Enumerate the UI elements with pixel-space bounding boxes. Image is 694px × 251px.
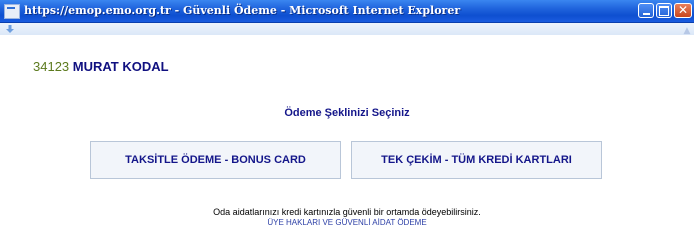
single-payment-button[interactable]: TEK ÇEKİM - TÜM KREDİ KARTLARI [351, 141, 602, 179]
rights-and-payment-link[interactable]: ÜYE HAKLARI VE GÜVENLİ AİDAT ÖDEME [0, 218, 694, 228]
window-title: https://emop.emo.org.tr - Güvenli Ödeme … [24, 4, 461, 17]
info-text: Oda aidatlarınızı kredi kartınızla güven… [213, 207, 481, 217]
single-payment-label: TEK ÇEKİM - TÜM KREDİ KARTLARI [381, 154, 572, 166]
close-button[interactable]: ✕ [674, 3, 692, 18]
info-strip [0, 23, 694, 35]
down-arrow-icon [6, 25, 14, 33]
ie-window-icon [4, 4, 20, 19]
close-icon: ✕ [677, 3, 689, 17]
window-titlebar: https://emop.emo.org.tr - Güvenli Ödeme … [0, 0, 694, 23]
minimize-button[interactable] [638, 3, 654, 18]
member-name: MURAT KODAL [72, 59, 169, 74]
installment-payment-label: TAKSİTLE ÖDEME - BONUS CARD [125, 154, 306, 166]
page-heading: Ödeme Şeklinizi Seçiniz [284, 107, 410, 119]
member-info: 34123 MURAT KODAL [33, 59, 169, 75]
maximize-icon [659, 5, 669, 16]
minimize-icon [642, 12, 650, 15]
installment-payment-button[interactable]: TAKSİTLE ÖDEME - BONUS CARD [90, 141, 341, 179]
scroll-up-icon[interactable]: ▲ [682, 26, 692, 36]
maximize-button[interactable] [656, 3, 672, 18]
member-number: 34123 [33, 59, 70, 74]
